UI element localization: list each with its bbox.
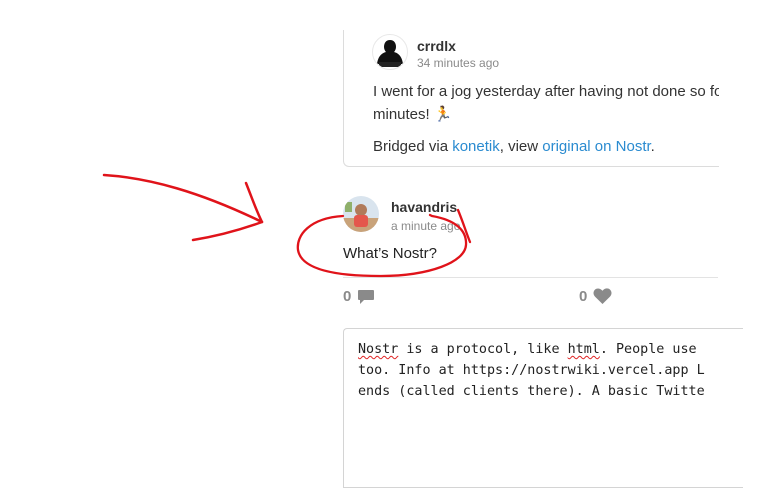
bridge-mid: , view [499,138,543,155]
reply-text: Nostr is a protocol, like html. People u… [358,339,705,402]
quoted-timestamp[interactable]: 34 minutes ago [417,56,499,70]
reply-count-button[interactable]: 0 [343,288,375,305]
heart-icon [593,288,612,304]
quoted-author[interactable]: crrdlx [417,38,456,54]
reply-line-2: too. Info at https://nostrwiki.vercel.ap… [358,363,705,378]
reply-textarea[interactable]: Nostr is a protocol, like html. People u… [343,328,743,488]
misspelled-word: html [567,342,600,357]
annotation-arrow-head [191,181,264,242]
reply-line-1-end: . People use [599,342,705,357]
reply-count: 0 [343,288,352,305]
post-author[interactable]: havandris [391,199,457,215]
quoted-body-line-1: I went for a jog yesterday after having … [373,83,719,100]
quoted-body: I went for a jog yesterday after having … [373,80,719,126]
divider [343,277,718,278]
comment-icon [358,289,375,304]
reply-line-3: ends (called clients there). A basic Twi… [358,384,705,399]
quoted-note: crrdlx 34 minutes ago I went for a jog y… [343,30,719,167]
annotation-arrow-shaft [102,173,264,224]
crrdlx-avatar[interactable] [372,34,408,70]
original-on-nostr-link[interactable]: original on Nostr [542,138,650,155]
misspelled-word: Nostr [358,342,399,357]
bridge-prefix: Bridged via [373,138,453,155]
post-timestamp[interactable]: a minute ago [391,219,460,233]
hooded-figure-icon [377,40,403,67]
quoted-body-line-2: minutes! 🏃 [373,106,453,123]
bridge-info: Bridged via konetik, view original on No… [373,138,655,155]
post-body: What’s Nostr? [343,245,437,262]
like-count-button[interactable]: 0 [579,288,612,305]
like-count: 0 [579,288,588,305]
bridge-suffix: . [650,138,655,155]
havandris-avatar[interactable] [343,196,379,232]
konetik-link[interactable]: konetik [452,138,500,155]
user-photo-icon [343,196,379,232]
reply-line-1-mid: is a protocol, like [398,342,568,357]
